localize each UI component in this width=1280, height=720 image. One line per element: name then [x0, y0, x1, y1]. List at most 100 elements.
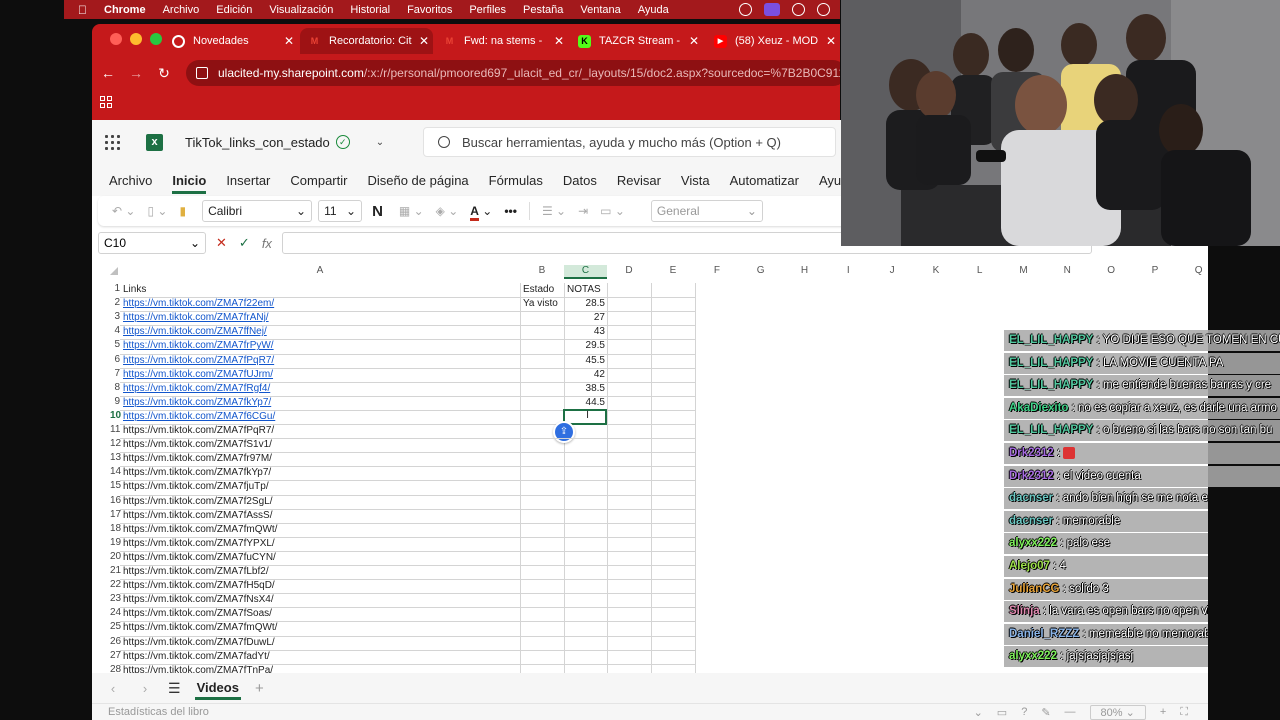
apple-icon[interactable]:  — [78, 3, 87, 17]
menu-pestana[interactable]: Pestaña — [523, 4, 563, 16]
column-header-m[interactable]: M — [1002, 265, 1046, 279]
cell-nota[interactable]: 28.5 — [567, 297, 605, 311]
cell-link[interactable]: https://vm.tiktok.com/ZMA7fPqR7/ — [123, 354, 518, 368]
cell-link[interactable]: https://vm.tiktok.com/ZMA7f6CGu/ — [123, 410, 518, 424]
address-bar[interactable]: ulacited-my.sharepoint.com/:x:/r/persona… — [186, 60, 840, 86]
menu-chrome[interactable]: Chrome — [104, 4, 146, 16]
cell-nota[interactable]: 27 — [567, 311, 605, 325]
fill-color-icon[interactable]: ◈ ⌄ — [436, 204, 459, 218]
tab-formulas[interactable]: Fórmulas — [489, 173, 543, 188]
help-icon[interactable]: ? — [1021, 706, 1027, 718]
row-header-24[interactable]: 24 — [110, 607, 121, 618]
column-header-e[interactable]: E — [651, 265, 695, 279]
reload-icon[interactable]: ↻ — [150, 65, 178, 82]
chat-username[interactable]: dacnser — [1009, 515, 1053, 527]
column-header-a[interactable]: A — [120, 265, 520, 279]
menu-favoritos[interactable]: Favoritos — [407, 4, 452, 16]
cell-nota[interactable]: 44.5 — [567, 396, 605, 410]
cell-link[interactable]: https://vm.tiktok.com/ZMA7fS1v1/ — [123, 438, 518, 452]
row-header-12[interactable]: 12 — [110, 438, 121, 449]
number-format-select[interactable]: General ⌄ — [650, 200, 763, 222]
cell-estado[interactable] — [523, 466, 563, 480]
status-icon[interactable] — [739, 3, 752, 16]
cell-nota[interactable]: 45.5 — [567, 354, 605, 368]
row-header-9[interactable]: 9 — [110, 396, 120, 407]
cell-link[interactable]: https://vm.tiktok.com/ZMA7fLbf2/ — [123, 565, 518, 579]
format-painter-icon[interactable]: ▮ — [179, 204, 186, 218]
screen-record-icon[interactable] — [764, 3, 780, 16]
header-links[interactable]: Links — [123, 283, 518, 297]
zoom-select[interactable]: 80% ⌄ — [1089, 704, 1146, 720]
tab-vista[interactable]: Vista — [681, 173, 710, 188]
chat-username[interactable]: dacnser — [1009, 492, 1053, 504]
cell-nota[interactable] — [567, 607, 605, 621]
cell-estado[interactable] — [523, 339, 563, 353]
cell-nota[interactable] — [567, 523, 605, 537]
row-header-18[interactable]: 18 — [110, 523, 121, 534]
row-header-20[interactable]: 20 — [110, 551, 121, 562]
cell-nota[interactable] — [567, 466, 605, 480]
cell-nota[interactable]: 29.5 — [567, 339, 605, 353]
merge-icon[interactable]: ▭ ⌄ — [600, 204, 625, 218]
menu-archivo[interactable]: Archivo — [163, 4, 200, 16]
cell-nota[interactable] — [567, 565, 605, 579]
select-all-corner[interactable] — [110, 267, 118, 275]
column-header-n[interactable]: N — [1045, 265, 1089, 279]
font-color-icon[interactable]: A ⌄ — [470, 204, 492, 221]
cell-link[interactable]: https://vm.tiktok.com/ZMA7fkYp7/ — [123, 466, 518, 480]
cell-link[interactable]: https://vm.tiktok.com/ZMA7fDuwL/ — [123, 636, 518, 650]
header-notas[interactable]: NOTAS — [567, 283, 605, 297]
row-header-4[interactable]: 4 — [110, 325, 120, 336]
row-header-14[interactable]: 14 — [110, 466, 121, 477]
row-header-1[interactable]: 1 — [110, 283, 120, 294]
cell-estado[interactable] — [523, 607, 563, 621]
moon-icon[interactable] — [817, 3, 830, 16]
cell-nota[interactable] — [567, 621, 605, 635]
close-tab-icon[interactable]: ✕ — [280, 34, 298, 48]
fx-icon[interactable]: fx — [262, 236, 272, 251]
chevron-right-icon[interactable]: › — [134, 681, 156, 696]
cell-estado[interactable] — [523, 579, 563, 593]
cell-link[interactable]: https://vm.tiktok.com/ZMA7fAssS/ — [123, 509, 518, 523]
close-tab-icon[interactable]: ✕ — [550, 34, 568, 48]
close-window-icon[interactable] — [110, 33, 122, 45]
search-box[interactable]: Buscar herramientas, ayuda y mucho más (… — [423, 127, 836, 157]
row-header-22[interactable]: 22 — [110, 579, 121, 590]
cell-link[interactable]: https://vm.tiktok.com/ZMA7fSoas/ — [123, 607, 518, 621]
cell-estado[interactable] — [523, 650, 563, 664]
cell-link[interactable]: https://vm.tiktok.com/ZMA7fmQWt/ — [123, 621, 518, 635]
cell-estado[interactable]: Ya visto — [523, 297, 563, 311]
chat-username[interactable]: EL_LIL_HAPPY — [1009, 357, 1093, 369]
chat-username[interactable]: alyxx222 — [1009, 650, 1057, 662]
row-header-10[interactable]: 10 — [110, 410, 121, 421]
column-header-k[interactable]: K — [914, 265, 958, 279]
cell-link[interactable]: https://vm.tiktok.com/ZMA7fr97M/ — [123, 452, 518, 466]
back-arrow-icon[interactable]: ← — [94, 65, 122, 81]
bold-button[interactable]: N — [372, 203, 383, 220]
add-sheet-icon[interactable]: + — [255, 680, 264, 697]
music-icon[interactable] — [792, 3, 805, 16]
app-launcher-icon[interactable] — [92, 134, 132, 150]
row-header-17[interactable]: 17 — [110, 509, 121, 520]
cell-estado[interactable] — [523, 636, 563, 650]
cell-nota[interactable]: 38.5 — [567, 382, 605, 396]
cell-nota[interactable] — [567, 424, 605, 438]
cell-estado[interactable] — [523, 565, 563, 579]
column-header-j[interactable]: J — [870, 265, 914, 279]
cell-link[interactable]: https://vm.tiktok.com/ZMA7fUJrm/ — [123, 368, 518, 382]
cell-estado[interactable] — [523, 396, 563, 410]
cell-nota[interactable] — [567, 551, 605, 565]
fullscreen-icon[interactable]: ⛶ — [1180, 706, 1188, 719]
display-settings-icon[interactable]: ▭ — [997, 706, 1007, 719]
chevron-down-icon[interactable]: ⌄ — [974, 706, 983, 719]
all-sheets-icon[interactable]: ☰ — [168, 680, 181, 697]
paste-icon[interactable]: ▯ ⌄ — [147, 204, 167, 218]
column-header-d[interactable]: D — [607, 265, 651, 279]
cell-estado[interactable] — [523, 424, 563, 438]
cell-link[interactable]: https://vm.tiktok.com/ZMA7fRgf4/ — [123, 382, 518, 396]
tab-diseno-de-pagina[interactable]: Diseño de página — [367, 173, 468, 188]
row-header-11[interactable]: 11 — [110, 424, 120, 435]
chevron-down-icon[interactable]: ⌄ — [376, 137, 384, 148]
cell-nota[interactable] — [567, 452, 605, 466]
undo-icon[interactable]: ↶ ⌄ — [112, 204, 135, 218]
